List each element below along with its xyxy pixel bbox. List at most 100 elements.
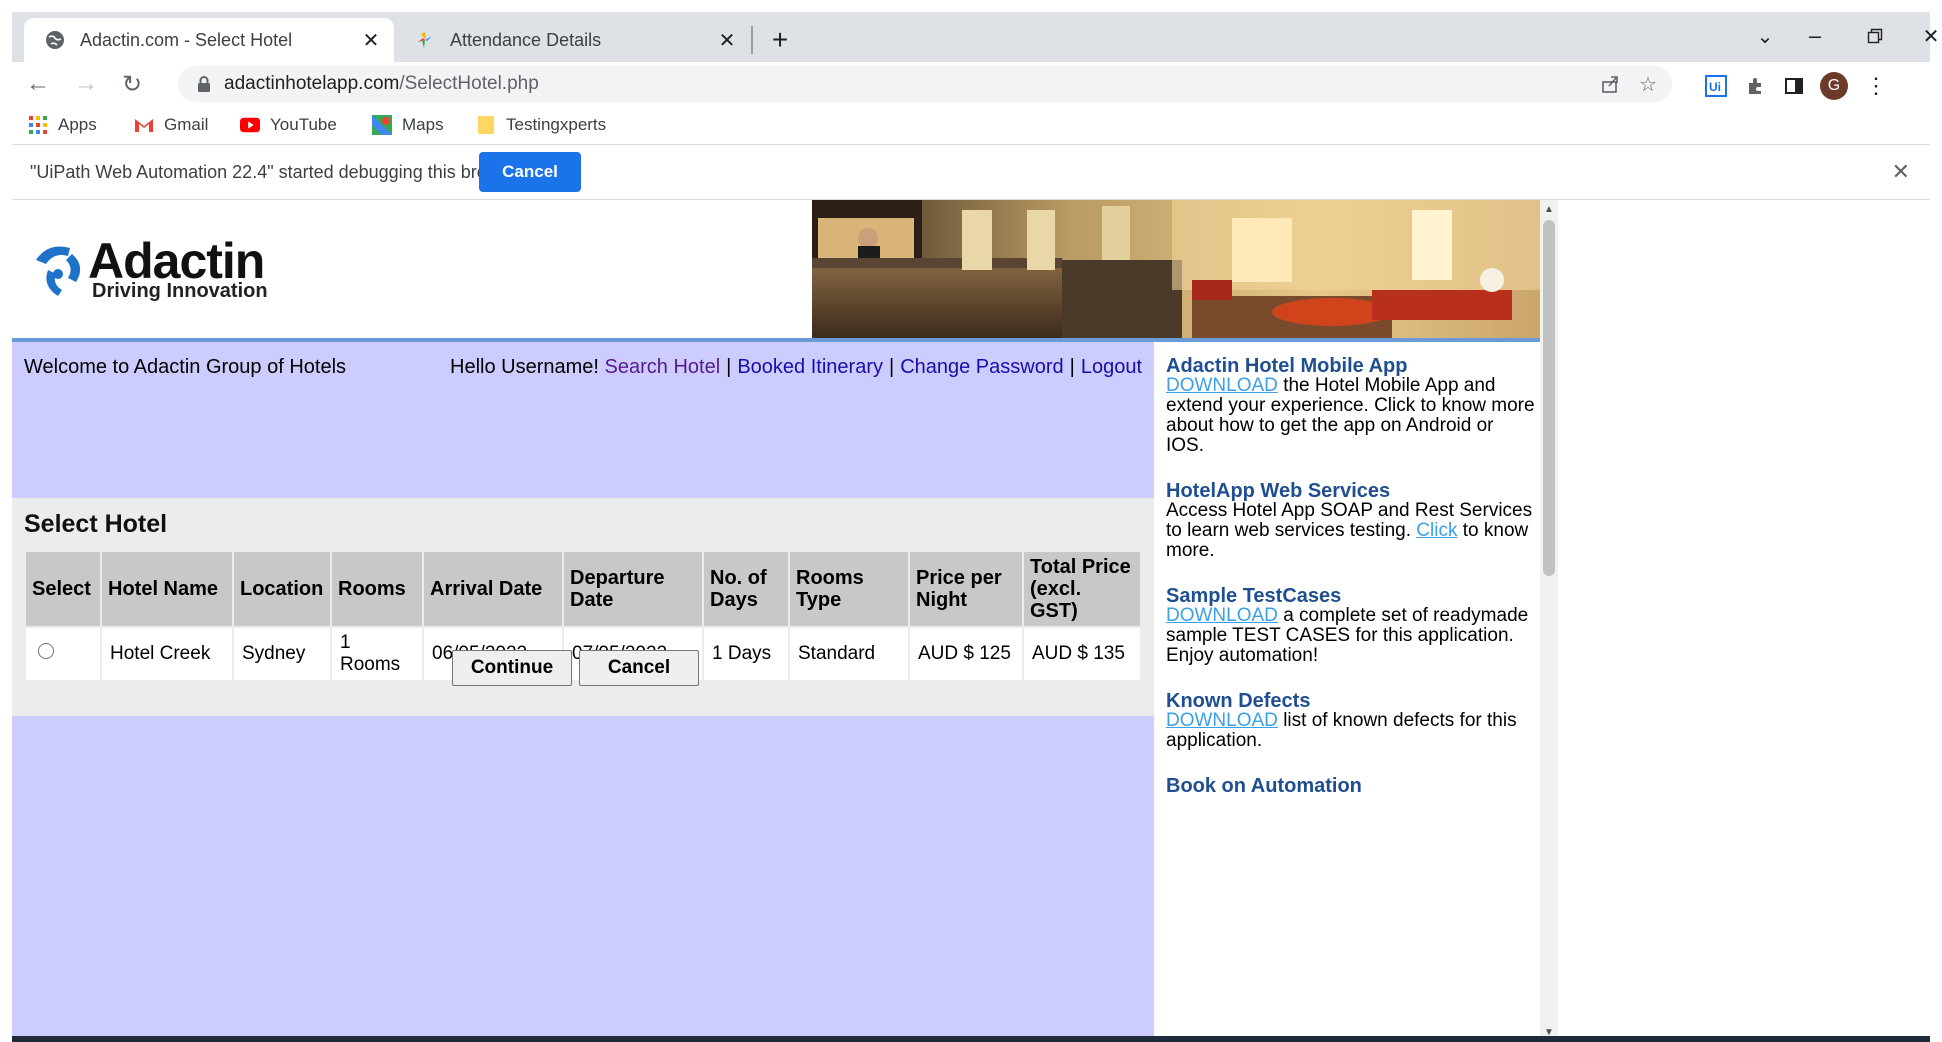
cancel-button[interactable]: Cancel xyxy=(579,650,699,686)
greeting-text: Hello Username! xyxy=(450,356,599,378)
uipath-star-icon xyxy=(414,29,436,51)
known-defects-section: Known Defects DOWNLOAD list of known def… xyxy=(1166,691,1536,751)
mobile-app-title: Adactin Hotel Mobile App xyxy=(1166,355,1408,377)
welcome-text: Welcome to Adactin Group of Hotels xyxy=(24,356,347,378)
scroll-up-icon[interactable]: ▲ xyxy=(1544,204,1554,215)
new-tab-icon[interactable]: + xyxy=(764,24,796,56)
bookmark-star-icon[interactable]: ☆ xyxy=(1636,72,1660,96)
lock-icon[interactable] xyxy=(194,74,214,94)
tab-select-hotel[interactable]: Adactin.com - Select Hotel ✕ xyxy=(24,18,394,62)
tab-title: Adactin.com - Select Hotel xyxy=(80,29,293,50)
close-tab-icon[interactable]: ✕ xyxy=(714,27,740,53)
globe-icon xyxy=(44,29,66,51)
column-header: No. of Days xyxy=(704,552,788,626)
web-services-title: HotelApp Web Services xyxy=(1166,480,1391,502)
page-scrollbar[interactable]: ▲ ▼ xyxy=(1540,200,1558,1042)
known-defects-download-link[interactable]: DOWNLOAD xyxy=(1166,710,1278,731)
bookmark-label: Apps xyxy=(58,115,97,134)
location-cell: Sydney xyxy=(234,628,330,680)
nav-logout-link[interactable]: Logout xyxy=(1081,356,1142,378)
hotel-name-cell: Hotel Creek xyxy=(102,628,232,680)
book-section: Book on Automation xyxy=(1166,776,1536,796)
test-cases-download-link[interactable]: DOWNLOAD xyxy=(1166,605,1278,626)
reload-icon[interactable]: ↻ xyxy=(116,68,148,100)
close-window-icon[interactable]: ✕ xyxy=(1908,20,1942,52)
column-header: Arrival Date xyxy=(424,552,562,626)
close-tab-icon[interactable]: ✕ xyxy=(358,27,384,53)
select-hotel-panel: Select Hotel Select Hotel Name Location … xyxy=(12,498,1154,716)
debug-infobar: "UiPath Web Automation 22.4" started deb… xyxy=(12,145,1930,200)
total-price-cell: AUD $ 135 xyxy=(1024,628,1140,680)
uipath-extension-icon[interactable]: Ui xyxy=(1704,74,1728,98)
price-per-night-cell: AUD $ 125 xyxy=(910,628,1022,680)
side-panel-icon[interactable] xyxy=(1782,74,1806,98)
nav-search-hotel-link[interactable]: Search Hotel xyxy=(605,356,721,378)
column-header: Select xyxy=(26,552,100,626)
nav-separator: | xyxy=(888,356,895,378)
known-defects-title: Known Defects xyxy=(1166,690,1311,712)
maps-icon xyxy=(372,115,392,135)
url-text[interactable]: adactinhotelapp.com/SelectHotel.php xyxy=(224,73,539,95)
right-sidebar: Adactin Hotel Mobile App DOWNLOAD the Ho… xyxy=(1154,342,1540,1042)
minimize-icon[interactable]: – xyxy=(1792,20,1838,52)
url-host: adactinhotelapp.com xyxy=(224,73,400,94)
web-page: Adactin Driving Innovation Welcome to Ad… xyxy=(12,200,1930,1042)
bookmarks-bar: Apps Gmail YouTube Maps Testingxperts xyxy=(12,106,1930,145)
tab-separator xyxy=(751,26,753,54)
bookmark-apps[interactable]: Apps xyxy=(28,112,97,138)
tab-attendance-details[interactable]: Attendance Details ✕ xyxy=(394,18,750,62)
bookmark-testingxperts[interactable]: Testingxperts xyxy=(476,112,606,138)
restore-icon[interactable] xyxy=(1852,20,1898,52)
tab-title: Attendance Details xyxy=(450,29,602,50)
test-cases-title: Sample TestCases xyxy=(1166,585,1342,607)
bookmark-label: Testingxperts xyxy=(506,115,607,134)
share-icon[interactable] xyxy=(1598,72,1622,96)
bookmark-gmail[interactable]: Gmail xyxy=(134,112,208,138)
hotel-select-radio[interactable] xyxy=(38,643,54,659)
browser-toolbar: ← → ↻ adactinhotelapp.com/SelectHotel.ph… xyxy=(12,62,1930,106)
test-cases-section: Sample TestCases DOWNLOAD a complete set… xyxy=(1166,586,1536,666)
nav-separator: | xyxy=(726,356,732,378)
profile-avatar[interactable]: G xyxy=(1820,72,1848,100)
extensions-puzzle-icon[interactable] xyxy=(1744,74,1768,98)
column-header: Rooms Type xyxy=(790,552,908,626)
book-on-automation-title[interactable]: Book on Automation xyxy=(1166,776,1536,796)
gmail-icon xyxy=(134,115,154,135)
tab-search-chevron-icon[interactable]: ⌄ xyxy=(1742,20,1788,52)
column-header: Location xyxy=(234,552,330,626)
top-navigation: Hello Username! Search Hotel | Booked Itin… xyxy=(450,356,1142,379)
main-content: Welcome to Adactin Group of Hotels Hello… xyxy=(12,342,1154,1042)
section-title: Select Hotel xyxy=(24,510,168,538)
nav-change-password-link[interactable]: Change Password xyxy=(900,356,1063,378)
web-services-click-link[interactable]: Click xyxy=(1416,520,1457,541)
close-infobar-icon[interactable]: ✕ xyxy=(1892,159,1910,185)
mobile-app-download-link[interactable]: DOWNLOAD xyxy=(1166,375,1278,396)
folder-icon xyxy=(476,115,496,135)
column-header: Price per Night xyxy=(910,552,1022,626)
address-bar[interactable]: adactinhotelapp.com/SelectHotel.php ☆ xyxy=(178,66,1672,102)
continue-button[interactable]: Continue xyxy=(452,650,572,686)
forward-icon[interactable]: → xyxy=(70,68,102,100)
room-type-cell: Standard xyxy=(790,628,908,680)
infobar-cancel-button[interactable]: Cancel xyxy=(479,152,581,192)
back-icon[interactable]: ← xyxy=(22,68,54,100)
nav-booked-itinerary-link[interactable]: Booked Itinerary xyxy=(737,356,883,378)
url-path: /SelectHotel.php xyxy=(399,73,539,94)
bookmark-maps[interactable]: Maps xyxy=(372,112,444,138)
bookmark-label: Maps xyxy=(402,115,444,134)
apps-grid-icon xyxy=(28,115,48,135)
svg-text:Ui: Ui xyxy=(1709,80,1721,94)
scrollbar-thumb[interactable] xyxy=(1543,220,1555,576)
table-header-row: Select Hotel Name Location Rooms Arrival… xyxy=(26,552,1140,626)
bookmark-label: YouTube xyxy=(270,115,337,134)
adactin-logo[interactable]: Adactin Driving Innovation xyxy=(28,233,328,304)
taskbar-strip xyxy=(12,1036,1930,1042)
nav-separator: | xyxy=(1069,356,1075,378)
mobile-app-section: Adactin Hotel Mobile App DOWNLOAD the Ho… xyxy=(1166,356,1536,456)
column-header: Hotel Name xyxy=(102,552,232,626)
bookmark-label: Gmail xyxy=(164,115,209,134)
bookmark-youtube[interactable]: YouTube xyxy=(240,112,337,138)
menu-kebab-icon[interactable]: ⋮ xyxy=(1864,73,1888,98)
column-header: Total Price (excl. GST) xyxy=(1024,552,1140,626)
column-header: Rooms xyxy=(332,552,422,626)
